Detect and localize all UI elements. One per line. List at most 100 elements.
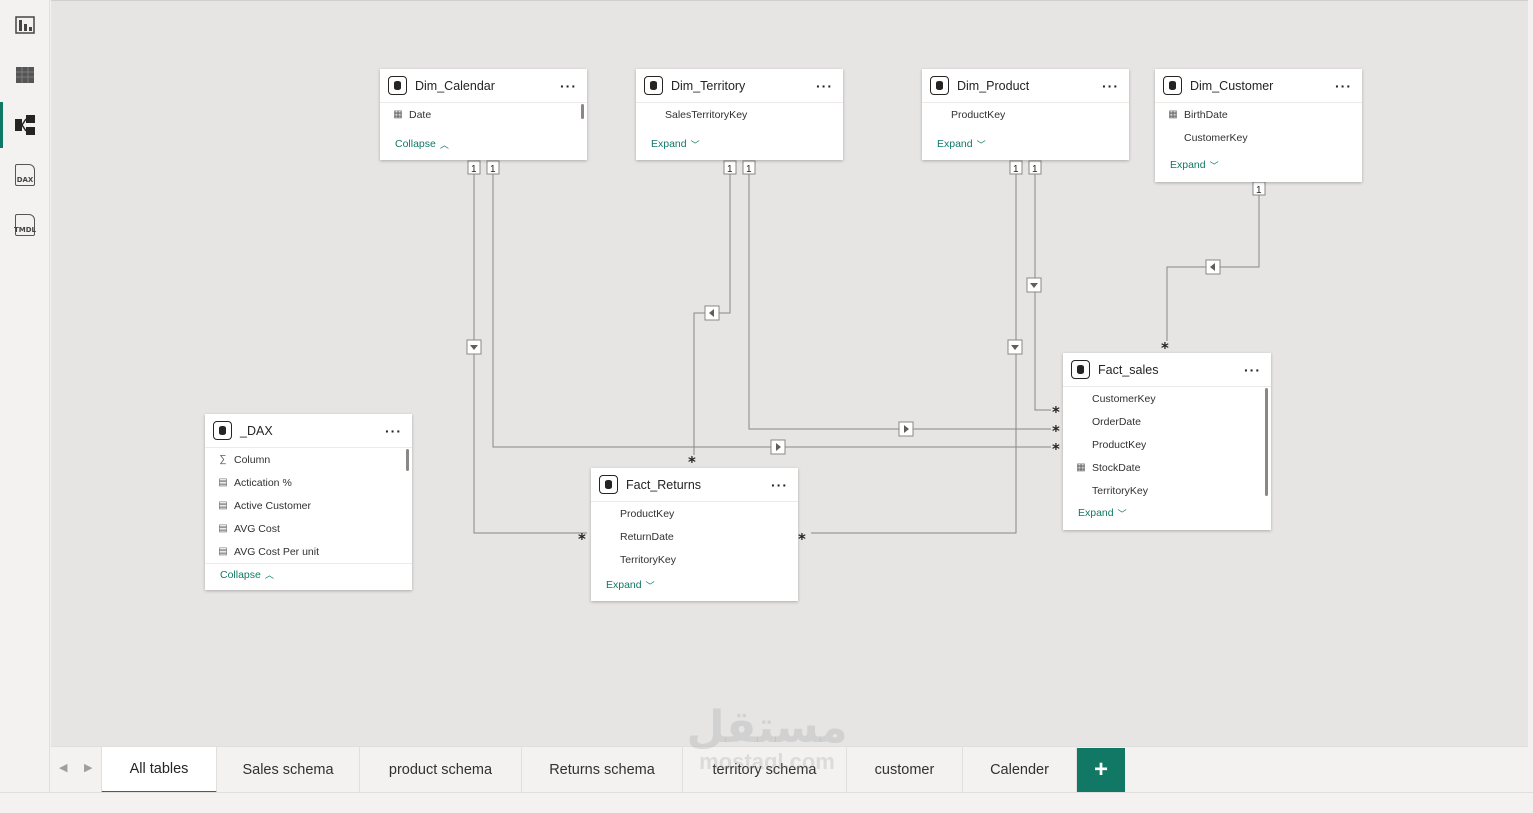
field-row[interactable]: ▦ StockDate	[1063, 456, 1271, 479]
field-row[interactable]: CustomerKey	[1063, 387, 1271, 410]
cardinality-many-label: *	[1052, 440, 1060, 458]
toggle-label: Expand	[651, 138, 687, 150]
table-title: Dim_Product	[957, 78, 1030, 93]
sigma-icon: ∑	[219, 454, 227, 465]
table-card-fact-returns[interactable]: Fact_Returns ··· ProductKey ReturnDate T…	[591, 468, 798, 601]
field-name: Date	[409, 108, 432, 121]
tmdl-view-button[interactable]: TMDL	[0, 202, 50, 248]
table-card-dim-calendar[interactable]: Dim_Calendar ··· ▦ Date Collapse ︿	[380, 69, 587, 160]
table-card-dax[interactable]: _DAX ··· ∑ Column ▤ Actication % ▤ Active C…	[205, 414, 412, 590]
calendar-icon: ▦	[393, 109, 403, 120]
more-options-icon[interactable]: ···	[1244, 363, 1261, 377]
table-card-header[interactable]: Dim_Product ···	[922, 69, 1129, 103]
table-title: Fact_sales	[1098, 362, 1159, 377]
cardinality-one-label: 1	[746, 164, 752, 175]
model-canvas[interactable]: 1 1 1 1 1 1 1 * * * * * * * Dim_Calendar…	[51, 0, 1528, 746]
field-row[interactable]: ProductKey	[1063, 433, 1271, 456]
tab-customer[interactable]: customer	[847, 747, 963, 793]
expand-toggle[interactable]: Expand ﹀	[1155, 154, 1362, 176]
expand-toggle[interactable]: Expand ﹀	[636, 133, 843, 155]
relationship-territory-sales	[748, 173, 1051, 430]
tab-scroll-right-icon[interactable]: ▶	[84, 761, 92, 774]
table-card-dim-customer[interactable]: Dim_Customer ··· ▦ BirthDate CustomerKey …	[1155, 69, 1362, 182]
field-name: OrderDate	[1092, 415, 1142, 428]
cardinality-one-label: 1	[1013, 164, 1019, 175]
model-view-button[interactable]	[0, 102, 50, 148]
table-card-header[interactable]: Dim_Territory ···	[636, 69, 843, 103]
calculator-icon: ▤	[218, 477, 228, 488]
cardinality-one-marker: 1	[723, 160, 737, 175]
field-row[interactable]: ∑ Column	[205, 448, 412, 471]
scrollbar[interactable]	[1265, 388, 1268, 496]
report-view-button[interactable]	[0, 2, 50, 48]
more-options-icon[interactable]: ···	[560, 79, 577, 93]
field-row[interactable]: ▤ AVG Cost	[205, 517, 412, 540]
tab-returns-schema[interactable]: Returns schema	[522, 747, 683, 793]
collapse-toggle[interactable]: Collapse ︿	[380, 133, 587, 155]
tab-scroll-left-icon[interactable]: ◀	[59, 761, 67, 774]
cardinality-one-marker: 1	[742, 160, 756, 175]
more-options-icon[interactable]: ···	[1102, 79, 1119, 93]
tab-calender[interactable]: Calender	[963, 747, 1077, 793]
chevron-down-icon: ﹀	[645, 580, 655, 591]
cardinality-one-marker: 1	[1252, 181, 1266, 196]
chevron-up-icon: ︿	[264, 570, 274, 580]
field-row[interactable]: ProductKey	[922, 103, 1129, 126]
expand-toggle[interactable]: Expand ﹀	[591, 574, 798, 596]
field-row[interactable]: OrderDate	[1063, 410, 1271, 433]
table-card-header[interactable]: Fact_sales ···	[1063, 353, 1271, 387]
table-grid-icon	[16, 67, 34, 83]
table-icon	[213, 421, 232, 440]
chevron-down-icon: ﹀	[690, 139, 700, 150]
dax-file-icon: DAX	[15, 164, 35, 186]
field-row[interactable]: TerritoryKey	[1063, 479, 1271, 502]
table-view-button[interactable]	[0, 52, 50, 98]
field-row[interactable]: ReturnDate	[591, 525, 798, 548]
tab-sales-schema[interactable]: Sales schema	[217, 747, 360, 793]
relationship-product-returns	[811, 173, 1017, 534]
more-options-icon[interactable]: ···	[385, 424, 402, 438]
scrollbar[interactable]	[406, 449, 409, 471]
table-card-header[interactable]: Fact_Returns ···	[591, 468, 798, 502]
dax-query-view-button[interactable]: DAX	[0, 152, 50, 198]
field-row[interactable]: ▤ Active Customer	[205, 494, 412, 517]
tab-all-tables[interactable]: All tables	[101, 747, 217, 793]
add-layout-button[interactable]: +	[1077, 748, 1125, 792]
field-row[interactable]: ▤ AVG Cost Per unit	[205, 540, 412, 563]
table-card-dim-territory[interactable]: Dim_Territory ··· SalesTerritoryKey Expa…	[636, 69, 843, 160]
table-card-header[interactable]: Dim_Customer ···	[1155, 69, 1362, 103]
field-row[interactable]: TerritoryKey	[591, 548, 798, 571]
field-row[interactable]: ProductKey	[591, 502, 798, 525]
more-options-icon[interactable]: ···	[1335, 79, 1352, 93]
field-row[interactable]: CustomerKey	[1155, 126, 1362, 149]
toggle-label: Expand	[606, 579, 642, 591]
table-card-dim-product[interactable]: Dim_Product ··· ProductKey Expand ﹀	[922, 69, 1129, 160]
field-row[interactable]: ▤ Actication %	[205, 471, 412, 494]
toggle-label: Collapse	[220, 568, 261, 581]
collapse-toggle[interactable]: Collapse ︿	[205, 563, 412, 585]
table-card-header[interactable]: Dim_Calendar ···	[380, 69, 587, 103]
field-name: Active Customer	[234, 499, 312, 512]
cardinality-many-label: *	[1052, 422, 1060, 440]
tab-territory-schema[interactable]: territory schema	[683, 747, 847, 793]
table-card-fact-sales[interactable]: Fact_sales ··· CustomerKey OrderDate Pro…	[1063, 353, 1271, 530]
field-name: ProductKey	[1092, 438, 1147, 451]
expand-toggle[interactable]: Expand ﹀	[922, 133, 1129, 155]
expand-toggle[interactable]: Expand ﹀	[1063, 502, 1271, 524]
table-card-header[interactable]: _DAX ···	[205, 414, 412, 448]
cardinality-one-label: 1	[471, 164, 477, 175]
table-title: Dim_Customer	[1190, 78, 1274, 93]
scrollbar[interactable]	[581, 104, 584, 119]
field-row[interactable]: ▦ BirthDate	[1155, 103, 1362, 126]
chevron-down-icon: ﹀	[976, 139, 986, 150]
table-title: Dim_Calendar	[415, 78, 495, 93]
tab-product-schema[interactable]: product schema	[360, 747, 522, 793]
field-row[interactable]: ▦ Date	[380, 103, 587, 126]
more-options-icon[interactable]: ···	[816, 79, 833, 93]
field-name: ProductKey	[951, 108, 1006, 121]
field-row[interactable]: SalesTerritoryKey	[636, 103, 843, 126]
field-name: AVG Cost Per unit	[234, 545, 320, 558]
chevron-up-icon: ︿	[439, 139, 449, 150]
more-options-icon[interactable]: ···	[771, 478, 788, 492]
field-name: AVG Cost	[234, 522, 280, 535]
